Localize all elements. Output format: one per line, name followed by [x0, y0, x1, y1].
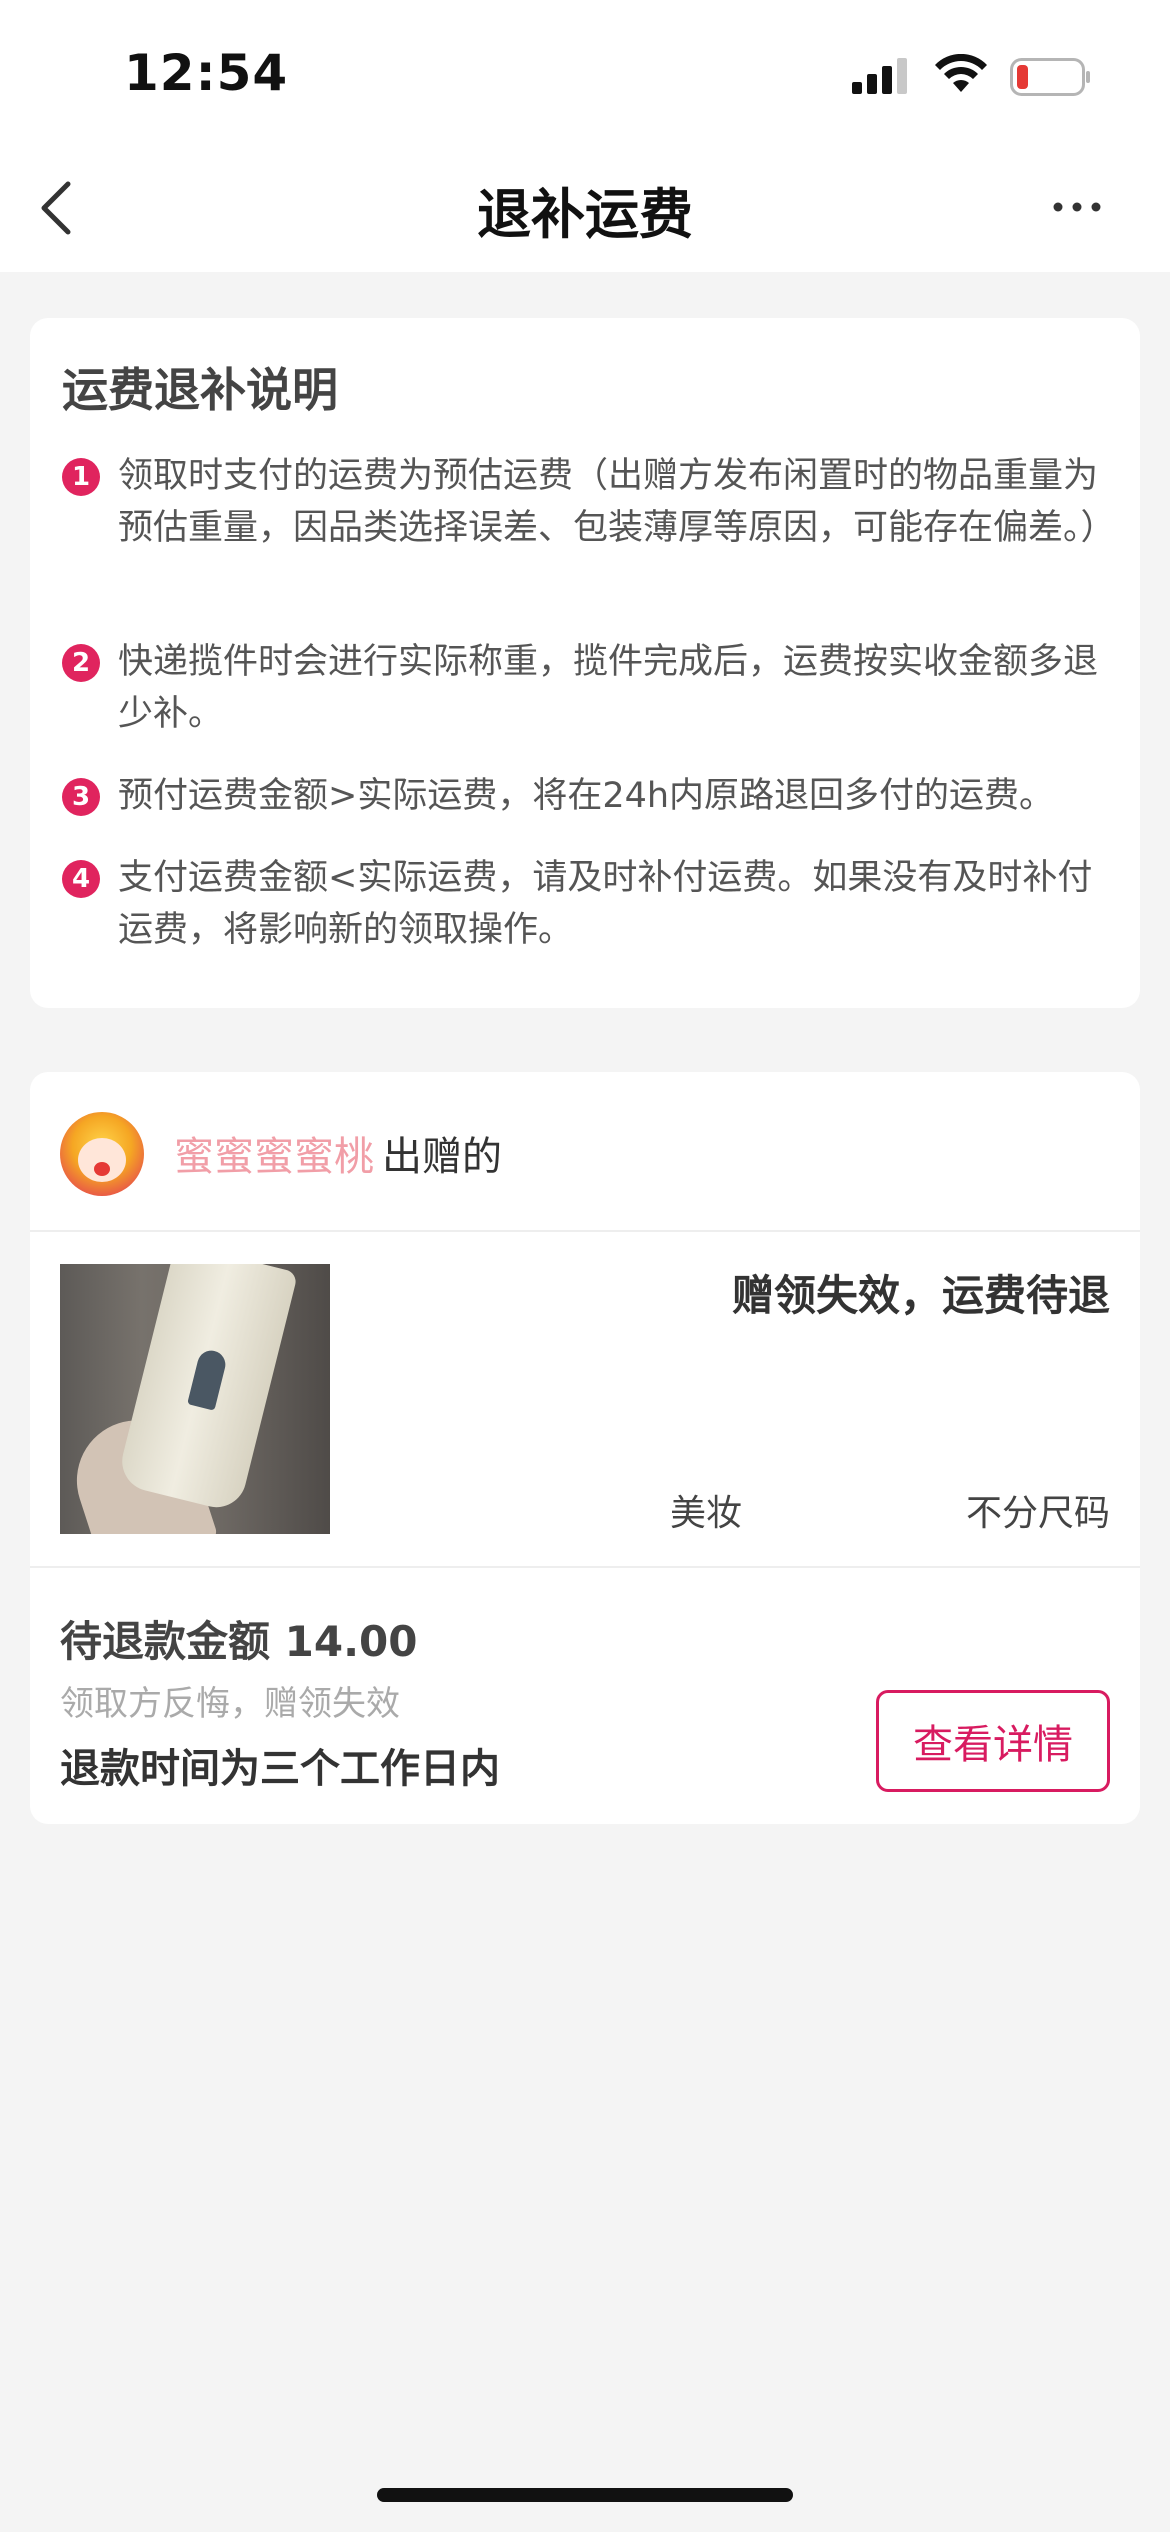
product-image-tube: [115, 1264, 299, 1514]
giver-name[interactable]: 蜜蜜蜜蜜桃: [174, 1124, 374, 1182]
giver-suffix: 出赠的: [382, 1134, 502, 1180]
note-number-badge: 3: [62, 778, 100, 816]
note-text: 领取时支付的运费为预估运费（出赠方发布闲置时的物品重量为预估重量，因品类选择误差…: [118, 456, 1116, 548]
notes-title: 运费退补说明: [62, 363, 338, 417]
product-status: 赠领失效，运费待退: [731, 1271, 1110, 1320]
avatar[interactable]: [60, 1112, 144, 1196]
product-image-figure: [187, 1347, 229, 1411]
status-bar: 12:54: [0, 0, 1170, 150]
note-text: 快递揽件时会进行实际称重，揽件完成后，运费按实收金额多退少补。: [118, 642, 1099, 734]
note-text: 支付运费金额<实际运费，请及时补付运费。如果没有及时补付运费，将影响新的领取操作…: [118, 858, 1093, 950]
status-time: 12:54: [124, 44, 289, 102]
note-text: 预付运费金额>实际运费，将在24h内原路退回多付的运费。: [118, 776, 1055, 816]
note-number-badge: 4: [62, 860, 100, 898]
home-indicator[interactable]: [377, 2488, 793, 2502]
product-category: 美妆: [670, 1493, 743, 1534]
more-horizontal-icon[interactable]: [1052, 198, 1102, 216]
view-details-button[interactable]: 查看详情: [876, 1690, 1110, 1792]
note-number-badge: 2: [62, 644, 100, 682]
refund-time: 退款时间为三个工作日内: [60, 1746, 500, 1792]
avatar-mouth: [94, 1162, 110, 1176]
product-image[interactable]: [60, 1264, 330, 1534]
nav-bar: 退补运费: [0, 150, 1170, 272]
refund-amount: 待退款金额 14.00: [60, 1617, 418, 1666]
product-row[interactable]: 赠领失效，运费待退 美妆 不分尺码: [30, 1234, 1140, 1568]
note-item-2: 2 快递揽件时会进行实际称重，揽件完成后，运费按实收金额多退少补。: [62, 636, 1112, 740]
note-item-3: 3 预付运费金额>实际运费，将在24h内原路退回多付的运费。: [62, 770, 1112, 822]
product-size: 不分尺码: [965, 1493, 1110, 1534]
gift-order-card[interactable]: 蜜蜜蜜蜜桃 出赠的 赠领失效，运费待退 美妆 不分尺码 待退款金额 14.00 …: [30, 1072, 1140, 1824]
note-item-4: 4 支付运费金额<实际运费，请及时补付运费。如果没有及时补付运费，将影响新的领取…: [62, 852, 1112, 956]
signal-icon: [852, 58, 907, 94]
battery-icon: [1010, 58, 1090, 96]
refund-reason: 领取方反悔，赠领失效: [60, 1684, 400, 1724]
note-number-badge: 1: [62, 458, 100, 496]
shipping-refund-notes-card: 运费退补说明 1 领取时支付的运费为预估运费（出赠方发布闲置时的物品重量为预估重…: [30, 318, 1140, 1008]
note-item-1: 1 领取时支付的运费为预估运费（出赠方发布闲置时的物品重量为预估重量，因品类选择…: [62, 450, 1116, 554]
wifi-icon: [935, 54, 987, 92]
page-title: 退补运费: [477, 183, 693, 246]
giver-row[interactable]: 蜜蜜蜜蜜桃 出赠的: [30, 1072, 1140, 1232]
